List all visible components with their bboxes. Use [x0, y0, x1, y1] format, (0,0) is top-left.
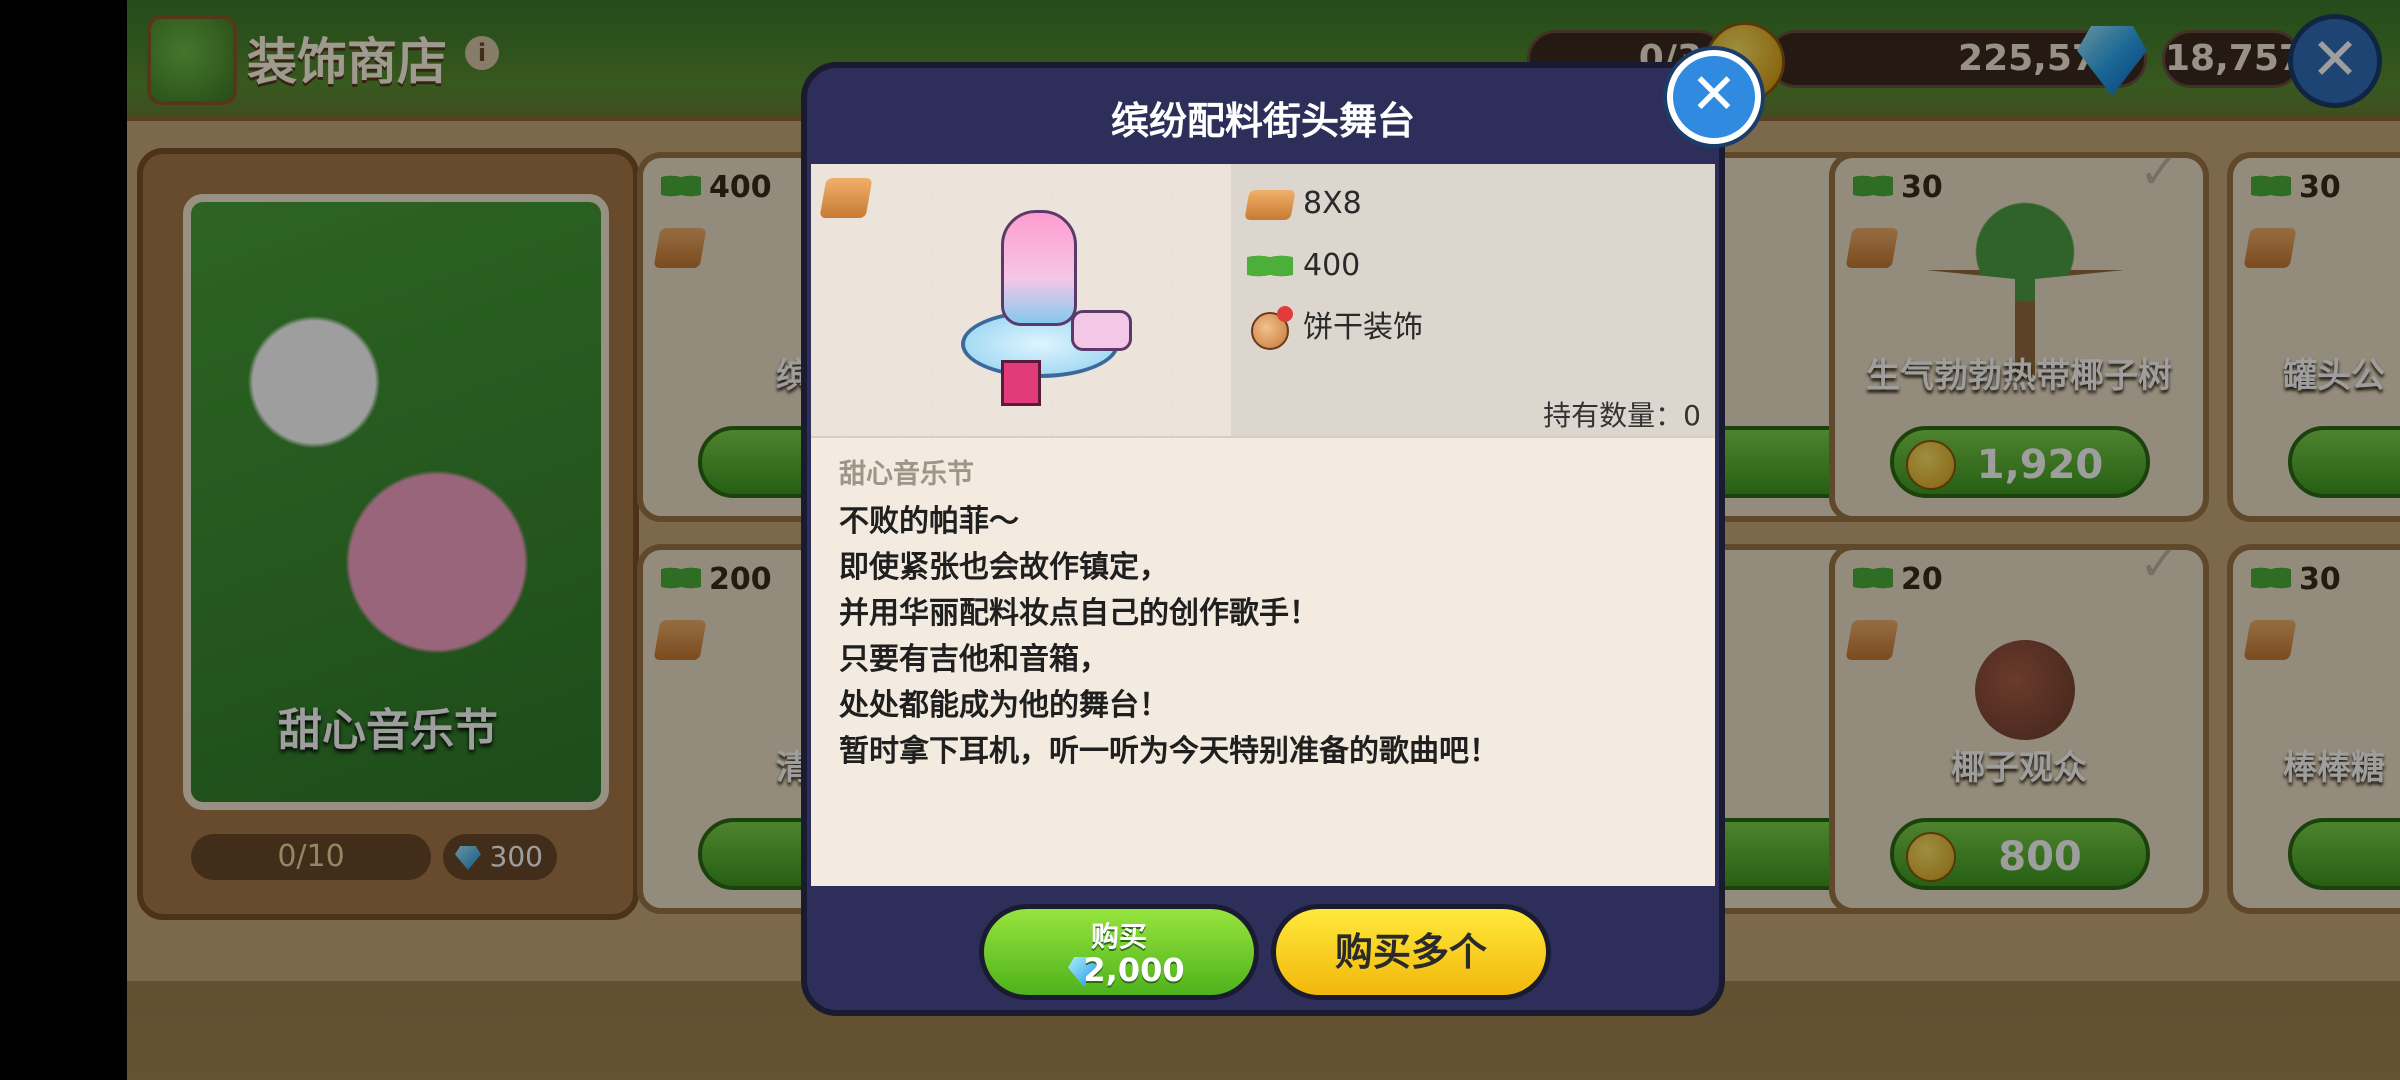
owned-count: 持有数量：0: [1543, 399, 1701, 432]
category-stat: 饼干装饰: [1247, 306, 1423, 350]
series-label: 甜心音乐节: [839, 459, 974, 490]
dialog-body: 8X8 400 饼干装饰 持有数量：0 甜心音乐节 不败的帕菲～ 即使紧张也会故…: [811, 164, 1715, 886]
tile-icon: [1244, 190, 1296, 220]
description-line: 处处都能成为他的舞台！: [839, 688, 1169, 723]
item-description: 甜心音乐节 不败的帕菲～ 即使紧张也会故作镇定， 并用华丽配料妆点自己的创作歌手…: [811, 436, 1715, 886]
description-line: 暂时拿下耳机，听一听为今天特别准备的歌曲吧！: [839, 734, 1499, 769]
buy-price: 2,000: [1083, 951, 1185, 989]
description-line: 不败的帕菲～: [839, 504, 1019, 539]
close-icon[interactable]: ✕: [1667, 50, 1761, 144]
description-line: 只要有吉他和音箱，: [839, 642, 1109, 677]
dialog-title: 缤纷配料街头舞台: [1110, 99, 1415, 143]
size-stat: 8X8: [1244, 184, 1362, 224]
sprout-icon: [1247, 250, 1293, 282]
buy-button[interactable]: 购买 2,000: [979, 904, 1259, 1000]
description-line: 即使紧张也会故作镇定，: [839, 550, 1169, 585]
points-stat: 400: [1247, 246, 1360, 286]
tile-icon: [819, 178, 873, 218]
buy-label: 购买: [1090, 920, 1147, 953]
buy-multiple-button[interactable]: 购买多个: [1271, 904, 1551, 1000]
item-preview: [811, 164, 1231, 436]
street-stage-art: [941, 200, 1132, 410]
item-detail-dialog: 缤纷配料街头舞台 ✕ 8X8 400 饼干装饰 持有数量：0 甜心音乐节 不败的…: [801, 50, 1761, 1016]
description-line: 并用华丽配料妆点自己的创作歌手！: [839, 596, 1319, 631]
item-stats: 8X8 400 饼干装饰 持有数量：0: [1231, 164, 1715, 436]
